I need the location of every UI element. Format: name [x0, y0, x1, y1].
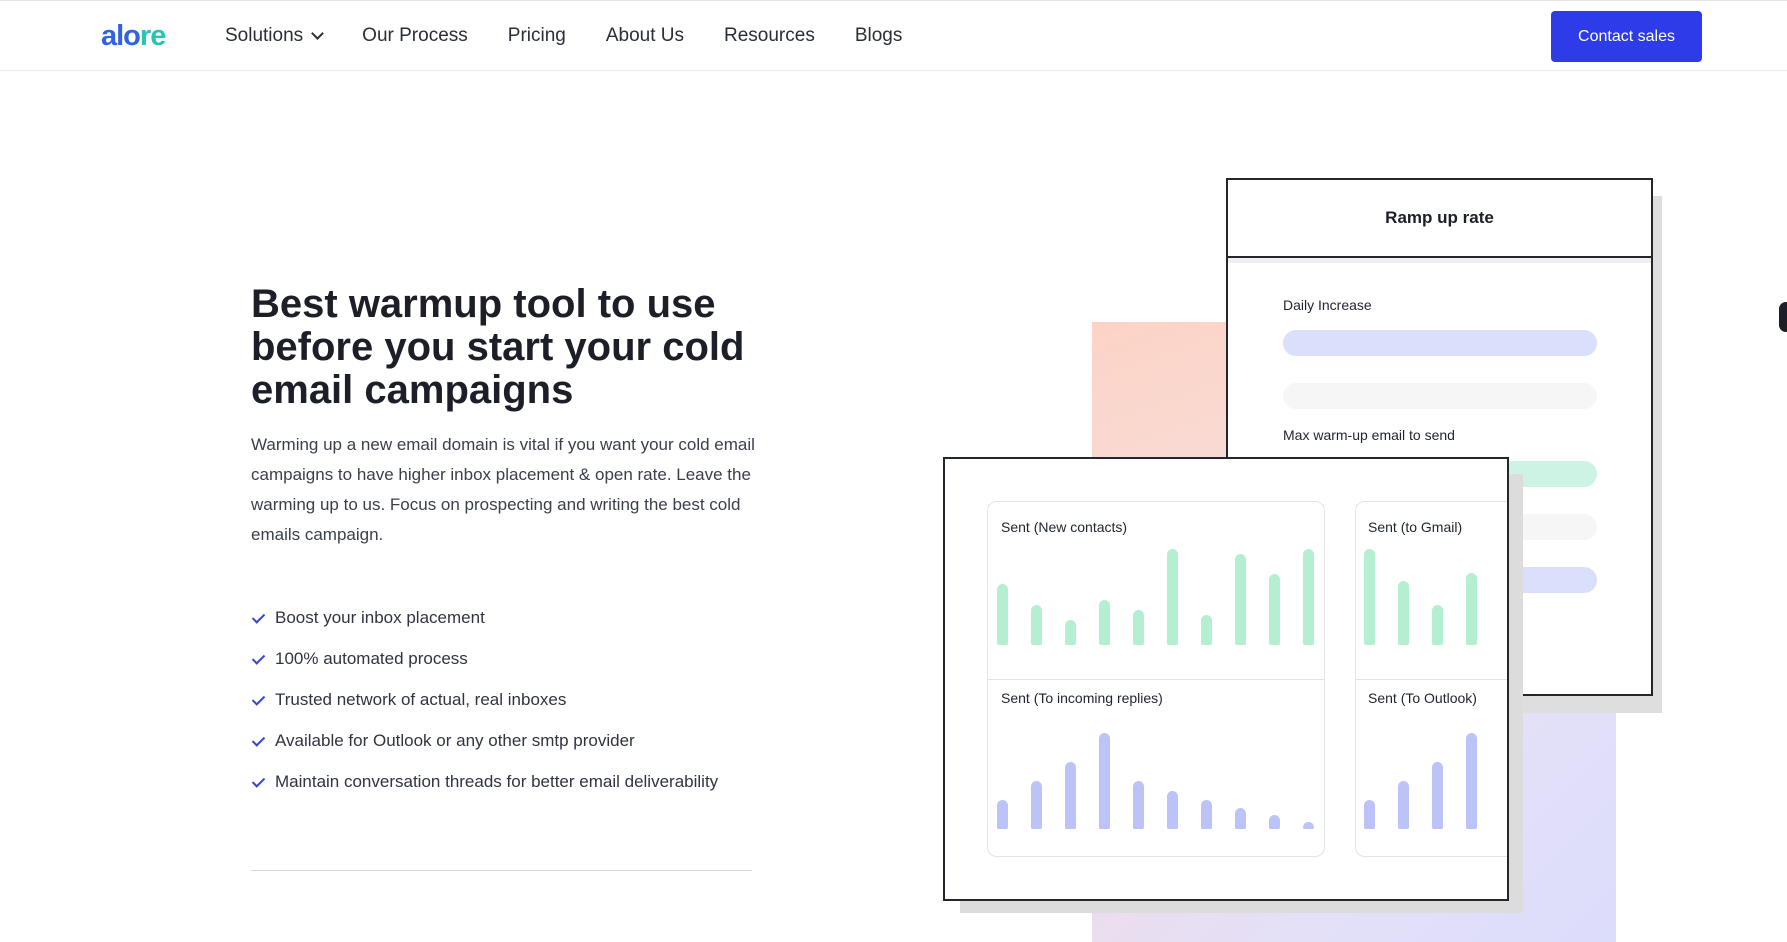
- hero-description: Warming up a new email domain is vital i…: [251, 435, 755, 544]
- nav-blogs[interactable]: Blogs: [855, 25, 903, 47]
- chart-bar: [1364, 549, 1375, 645]
- chart-bar: [1201, 800, 1212, 829]
- placeholder-bar: [1283, 383, 1597, 409]
- chevron-down-icon: [311, 27, 325, 40]
- chart-bar: [1167, 791, 1178, 829]
- ramp-card-title: Ramp up rate: [1228, 180, 1651, 258]
- sent-stats-card: Sent (New contacts) Sent (to Gmail) Sent…: [943, 457, 1509, 901]
- chart-bar: [1065, 762, 1076, 829]
- chart-bar: [1398, 581, 1409, 645]
- daily-increase-slider: [1283, 330, 1597, 356]
- alore-logo[interactable]: alore: [101, 20, 166, 53]
- daily-increase-label: Daily Increase: [1283, 297, 1372, 313]
- section-divider: [251, 870, 752, 871]
- chart-bar: [1099, 733, 1110, 829]
- feature-item: Boost your inbox placement: [251, 597, 718, 638]
- chart-bar: [1235, 554, 1246, 645]
- nav-about-us[interactable]: About Us: [606, 25, 684, 47]
- nav-pricing[interactable]: Pricing: [508, 25, 566, 47]
- chart-bar: [1432, 605, 1443, 645]
- feature-item: 100% automated process: [251, 638, 718, 679]
- replies-label: Sent (To incoming replies): [1001, 690, 1163, 706]
- chart-bar: [1031, 605, 1042, 645]
- top-navigation: alore Solutions Our Process Pricing Abou…: [0, 0, 1787, 71]
- outlook-label: Sent (To Outlook): [1368, 690, 1477, 706]
- side-widget-tab[interactable]: [1779, 302, 1787, 332]
- check-icon: [251, 734, 265, 748]
- panel-divider: [1355, 679, 1507, 680]
- nav-our-process[interactable]: Our Process: [362, 25, 468, 47]
- feature-list: Boost your inbox placement 100% automate…: [251, 597, 718, 802]
- feature-text: Available for Outlook or any other smtp …: [275, 730, 635, 750]
- check-icon: [251, 611, 265, 625]
- chart-bar: [997, 800, 1008, 829]
- chart-bar: [1235, 808, 1246, 829]
- nav-resources[interactable]: Resources: [724, 25, 815, 47]
- chart-bar: [1269, 574, 1280, 645]
- nav-solutions[interactable]: Solutions: [225, 25, 325, 47]
- chart-bar: [1466, 733, 1477, 829]
- chart-bar: [1303, 549, 1314, 645]
- feature-text: 100% automated process: [275, 648, 468, 668]
- chart-bar: [1099, 600, 1110, 645]
- feature-item: Trusted network of actual, real inboxes: [251, 679, 718, 720]
- chart-bar: [1364, 800, 1375, 829]
- chart-bar: [1398, 781, 1409, 829]
- chart-bar: [1133, 610, 1144, 645]
- chart-bar: [1303, 822, 1314, 829]
- chart-bar: [1133, 781, 1144, 829]
- chart-bar: [1201, 615, 1212, 645]
- chart-bar: [1167, 549, 1178, 645]
- ramp-card-separator: [1228, 258, 1651, 263]
- new-contacts-label: Sent (New contacts): [1001, 519, 1128, 535]
- feature-text: Trusted network of actual, real inboxes: [275, 689, 567, 709]
- hero-title: Best warmup tool to use before you start…: [251, 282, 745, 412]
- logo-part-b: re: [139, 20, 166, 52]
- panel-divider: [987, 679, 1325, 680]
- nav-solutions-label: Solutions: [225, 25, 304, 46]
- check-icon: [251, 775, 265, 789]
- main-menu: Solutions Our Process Pricing About Us R…: [225, 25, 902, 47]
- feature-item: Maintain conversation threads for better…: [251, 761, 718, 802]
- feature-text: Boost your inbox placement: [275, 607, 485, 627]
- chart-bar: [1065, 620, 1076, 645]
- max-warmup-label: Max warm-up email to send: [1283, 427, 1455, 443]
- logo-part-a: alo: [101, 20, 141, 52]
- chart-bar: [1466, 573, 1477, 645]
- check-icon: [251, 693, 265, 707]
- chart-bar: [1269, 815, 1280, 829]
- chart-bar: [1031, 781, 1042, 829]
- chart-bar: [997, 584, 1008, 645]
- gmail-label: Sent (to Gmail): [1368, 519, 1463, 535]
- check-icon: [251, 652, 265, 666]
- chart-bar: [1432, 762, 1443, 829]
- contact-sales-button[interactable]: Contact sales: [1551, 11, 1702, 62]
- feature-text: Maintain conversation threads for better…: [275, 771, 719, 791]
- feature-item: Available for Outlook or any other smtp …: [251, 720, 718, 761]
